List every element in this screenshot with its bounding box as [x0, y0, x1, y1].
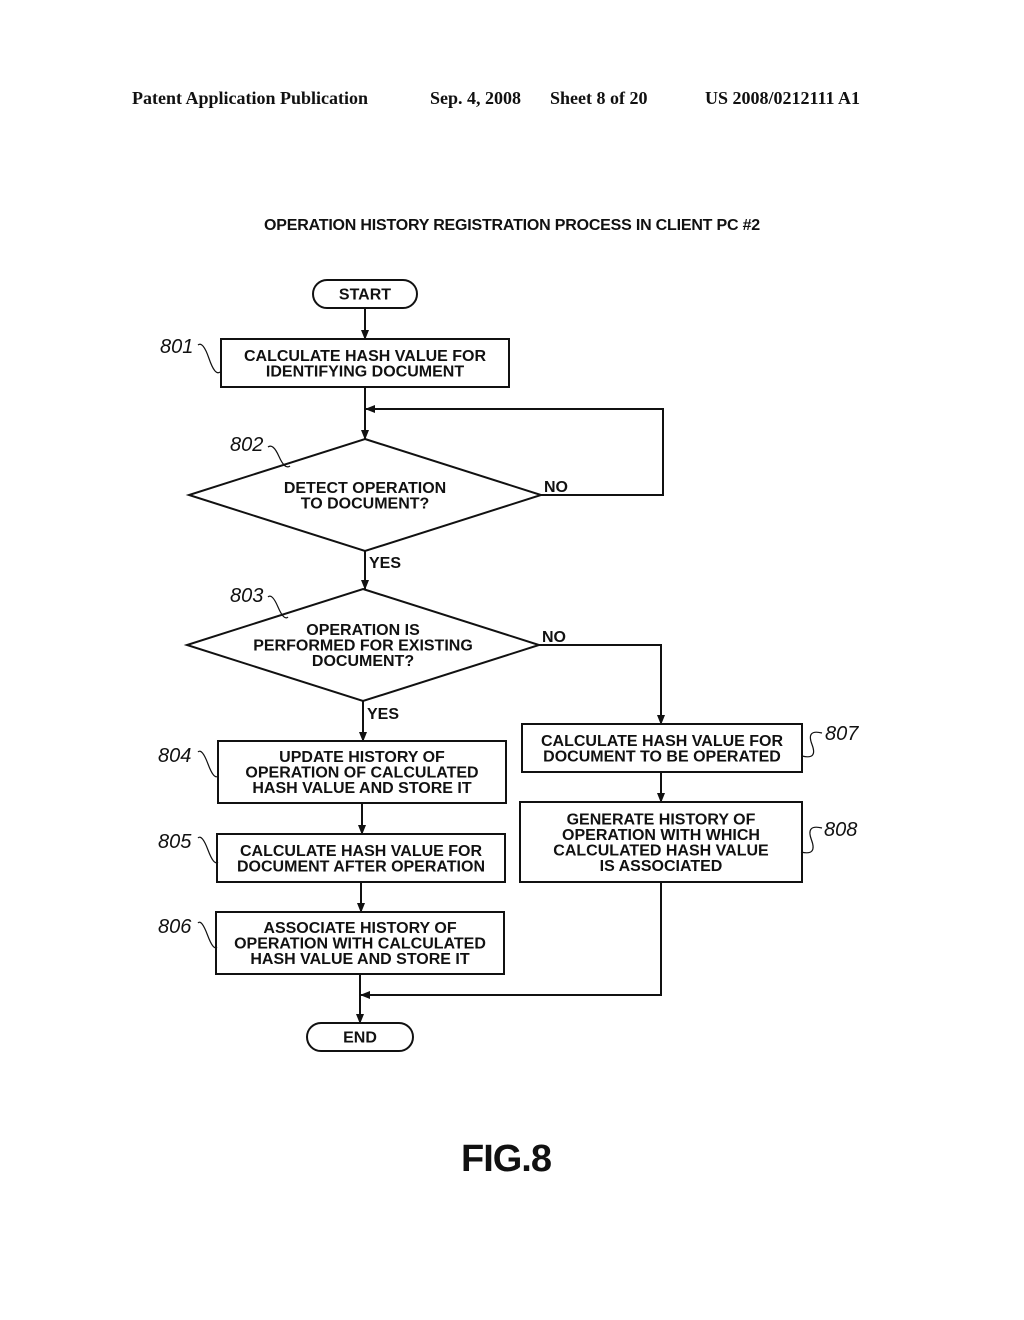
edge-803-807-no — [539, 644, 665, 725]
flow-node-807: CALCULATE HASH VALUE FORDOCUMENT TO BE O… — [521, 723, 859, 773]
node-text-line: GENERATE HISTORY OF — [567, 811, 756, 828]
node-text-line: OPERATION WITH CALCULATED — [234, 936, 486, 953]
flow-node-802: DETECT OPERATIONTO DOCUMENT? 802 — [185, 434, 545, 553]
reference-numeral: 807 — [825, 723, 859, 745]
node-text-line: ASSOCIATE HISTORY OF — [263, 920, 456, 937]
flow-node-806: ASSOCIATE HISTORY OFOPERATION WITH CALCU… — [158, 911, 505, 975]
flow-node-803: OPERATION ISPERFORMED FOR EXISTINGDOCUME… — [183, 585, 543, 703]
node-text-line: DETECT OPERATION — [284, 480, 446, 497]
node-text-line: DOCUMENT? — [312, 653, 414, 670]
reference-leader-line — [197, 836, 219, 864]
node-text-line: HASH VALUE AND STORE IT — [250, 951, 470, 968]
edge-label-yes: YES — [369, 555, 401, 572]
reference-numeral: 803 — [230, 585, 263, 607]
flowchart: NO YES NO YES START CALCULATE HASH VALUE FOR… — [158, 279, 859, 1052]
reference-leader-line — [801, 731, 823, 758]
node-text-line: START — [339, 287, 391, 304]
edge-label-no: NO — [542, 629, 566, 646]
reference-leader-line — [800, 826, 823, 854]
node-text-line: CALCULATE HASH VALUE FOR — [541, 733, 784, 750]
flow-node-808: GENERATE HISTORY OFOPERATION WITH WHICHC… — [519, 801, 857, 883]
reference-numeral: 802 — [230, 434, 263, 456]
flow-node-805: CALCULATE HASH VALUE FORDOCUMENT AFTER O… — [158, 831, 506, 883]
flow-node-start: START — [312, 279, 418, 309]
node-text-line: CALCULATE HASH VALUE FOR — [244, 348, 487, 365]
node-text-line: OPERATION WITH WHICH — [562, 827, 760, 844]
node-text-line: DOCUMENT AFTER OPERATION — [237, 858, 485, 875]
reference-leader-line — [197, 921, 218, 949]
node-text-line: CALCULATED HASH VALUE — [553, 842, 769, 859]
node-text-line: DOCUMENT TO BE OPERATED — [543, 748, 781, 765]
node-text-line: TO DOCUMENT? — [301, 495, 430, 512]
edge-label-yes: YES — [367, 706, 399, 723]
flow-node-801: CALCULATE HASH VALUE FORIDENTIFYING DOCU… — [160, 336, 510, 388]
reference-leader-line — [197, 343, 221, 374]
reference-leader-line — [197, 750, 219, 778]
node-text-line: IS ASSOCIATED — [600, 858, 723, 875]
flow-node-804: UPDATE HISTORY OFOPERATION OF CALCULATED… — [158, 740, 507, 804]
reference-numeral: 806 — [158, 916, 192, 938]
flow-node-end: END — [306, 1022, 414, 1052]
figure-label: FIG.8 — [460, 1138, 552, 1180]
node-text-line: PERFORMED FOR EXISTING — [253, 638, 473, 655]
node-text-line: END — [343, 1030, 377, 1047]
reference-numeral: 805 — [158, 831, 192, 853]
node-text-line: UPDATE HISTORY OF — [279, 749, 445, 766]
reference-numeral: 801 — [160, 336, 193, 358]
reference-numeral: 804 — [158, 745, 191, 767]
node-text-line: OPERATION OF CALCULATED — [245, 765, 478, 782]
node-text-line: HASH VALUE AND STORE IT — [252, 780, 472, 797]
edge-label-no: NO — [544, 479, 568, 496]
node-text-line: IDENTIFYING DOCUMENT — [266, 363, 464, 380]
node-text-line: CALCULATE HASH VALUE FOR — [240, 843, 483, 860]
reference-numeral: 808 — [824, 819, 857, 841]
node-text-line: OPERATION IS — [306, 622, 420, 639]
